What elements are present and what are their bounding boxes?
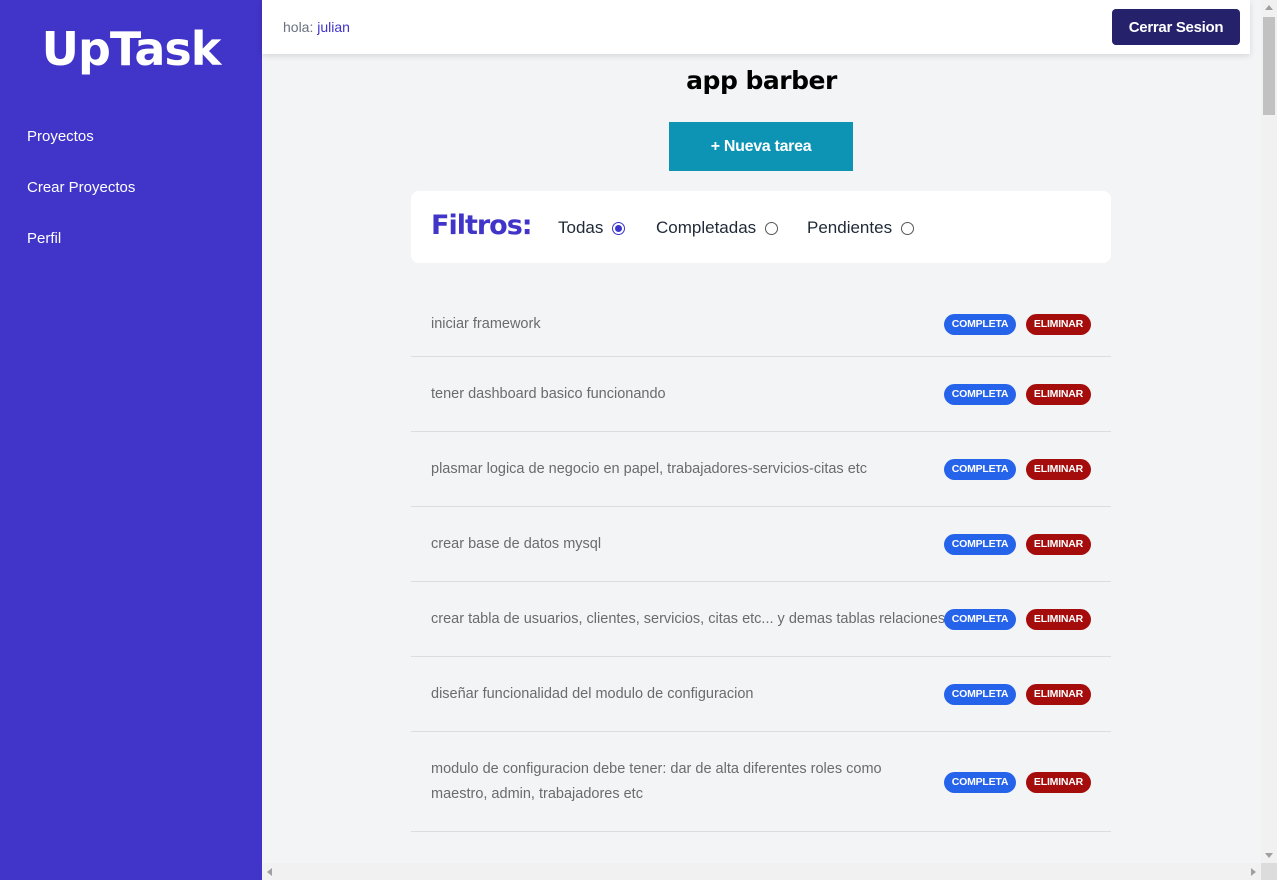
complete-button[interactable]: COMPLETA xyxy=(944,609,1016,630)
scrollbar-thumb[interactable] xyxy=(1263,17,1275,115)
task-text: diseñar funcionalidad del modulo de conf… xyxy=(431,686,754,702)
sidebar-item-perfil[interactable]: Perfil xyxy=(0,230,262,281)
horizontal-scrollbar[interactable] xyxy=(262,863,1261,880)
complete-button[interactable]: COMPLETA xyxy=(944,534,1016,555)
scroll-up-icon[interactable] xyxy=(1265,5,1273,10)
project-title: app barber xyxy=(686,66,837,95)
scrollbar-corner xyxy=(1261,863,1277,880)
complete-button[interactable]: COMPLETA xyxy=(944,384,1016,405)
task-text: crear base de datos mysql xyxy=(431,536,602,552)
vertical-scrollbar[interactable] xyxy=(1261,0,1277,863)
complete-button[interactable]: COMPLETA xyxy=(944,459,1016,480)
sidebar-item-crear-proyectos[interactable]: Crear Proyectos xyxy=(0,179,262,230)
task-item: tener dashboard basico funcionando COMPL… xyxy=(411,357,1111,432)
complete-button[interactable]: COMPLETA xyxy=(944,772,1016,793)
filter-label: Pendientes xyxy=(807,218,893,237)
delete-button[interactable]: ELIMINAR xyxy=(1026,534,1091,555)
task-item: crear base de datos mysql COMPLETA ELIMI… xyxy=(411,507,1111,582)
filters-title: Filtros: xyxy=(431,210,533,241)
new-task-button[interactable]: + Nueva tarea xyxy=(669,122,853,171)
sidebar-item-proyectos[interactable]: Proyectos xyxy=(0,128,262,179)
filter-pendientes[interactable]: Pendientes xyxy=(807,218,915,238)
sidebar-nav: Proyectos Crear Proyectos Perfil xyxy=(0,128,262,281)
user-greeting: hola: julian xyxy=(283,19,350,35)
logout-button[interactable]: Cerrar Sesion xyxy=(1112,9,1240,45)
task-text: plasmar logica de negocio en papel, trab… xyxy=(431,461,868,477)
radio-icon[interactable] xyxy=(765,221,779,235)
task-item: iniciar framework COMPLETA ELIMINAR xyxy=(411,287,1111,357)
filter-todas[interactable]: Todas xyxy=(558,218,626,238)
username: julian xyxy=(317,19,350,35)
top-bar: hola: julian Cerrar Sesion xyxy=(262,0,1250,54)
task-text: iniciar framework xyxy=(431,316,541,332)
filter-label: Todas xyxy=(558,218,604,237)
main-content: app barber + Nueva tarea Filtros: Todas … xyxy=(262,0,1261,863)
filter-label: Completadas xyxy=(656,218,757,237)
delete-button[interactable]: ELIMINAR xyxy=(1026,684,1091,705)
complete-button[interactable]: COMPLETA xyxy=(944,314,1016,335)
task-item: diseñar funcionalidad del modulo de conf… xyxy=(411,657,1111,732)
task-text: modulo de configuracion debe tener: dar … xyxy=(431,761,882,802)
task-text: crear tabla de usuarios, clientes, servi… xyxy=(431,611,946,627)
delete-button[interactable]: ELIMINAR xyxy=(1026,459,1091,480)
delete-button[interactable]: ELIMINAR xyxy=(1026,772,1091,793)
task-list: iniciar framework COMPLETA ELIMINAR tene… xyxy=(411,287,1111,832)
task-item: crear tabla de usuarios, clientes, servi… xyxy=(411,582,1111,657)
complete-button[interactable]: COMPLETA xyxy=(944,684,1016,705)
task-text: tener dashboard basico funcionando xyxy=(431,386,666,402)
delete-button[interactable]: ELIMINAR xyxy=(1026,384,1091,405)
greeting-prefix: hola: xyxy=(283,19,314,35)
delete-button[interactable]: ELIMINAR xyxy=(1026,609,1091,630)
filter-completadas[interactable]: Completadas xyxy=(656,218,779,238)
task-item: plasmar logica de negocio en papel, trab… xyxy=(411,432,1111,507)
app-logo[interactable]: UpTask xyxy=(0,0,262,110)
delete-button[interactable]: ELIMINAR xyxy=(1026,314,1091,335)
radio-checked-icon[interactable] xyxy=(612,221,626,235)
radio-icon[interactable] xyxy=(901,221,915,235)
task-item: modulo de configuracion debe tener: dar … xyxy=(411,732,1111,832)
scroll-left-icon[interactable] xyxy=(267,868,272,876)
sidebar: UpTask Proyectos Crear Proyectos Perfil xyxy=(0,0,262,880)
scroll-down-icon[interactable] xyxy=(1265,853,1273,858)
scroll-right-icon[interactable] xyxy=(1251,868,1256,876)
filters-panel: Filtros: Todas Completadas Pendientes xyxy=(411,191,1111,263)
